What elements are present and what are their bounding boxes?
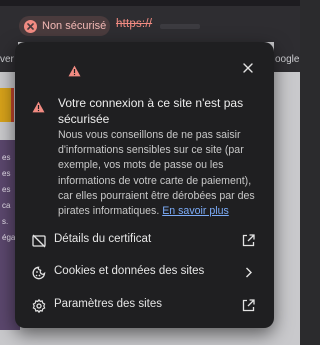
warning-icon	[68, 64, 81, 82]
url-redacted	[160, 24, 200, 29]
browser-window: Non sécurisé https:// ver oogle es es es…	[0, 0, 300, 345]
site-settings-row[interactable]: Paramètres des sites	[15, 291, 274, 321]
close-icon	[243, 63, 253, 73]
cookie-icon	[32, 266, 46, 280]
url-text[interactable]: https://	[116, 18, 152, 30]
description-text: Nous vous conseillons de ne pas saisir d…	[58, 129, 255, 218]
learn-more-link[interactable]: En savoir plus	[162, 205, 229, 217]
security-chip-label: Non sécurisé	[42, 20, 107, 32]
open-in-new-icon	[242, 234, 256, 248]
close-button[interactable]	[239, 59, 257, 77]
gear-icon	[32, 298, 46, 314]
row-label: Paramètres des sites	[54, 298, 163, 310]
warning-icon	[32, 100, 45, 118]
security-chip[interactable]: Non sécurisé	[19, 16, 110, 36]
bookmark-right[interactable]: oogle	[274, 42, 300, 72]
certificate-icon	[32, 234, 46, 248]
row-label: Détails du certificat	[54, 233, 152, 245]
page-sidebar-text: es es es ca s. égal	[2, 153, 18, 242]
page-logo	[0, 88, 14, 122]
popup-description: Nous vous conseillons de ne pas saisir d…	[58, 128, 268, 219]
chevron-right-icon	[242, 266, 256, 280]
site-info-popup: Votre connexion à ce site n'est pas sécu…	[15, 42, 274, 328]
not-secure-icon	[24, 19, 37, 33]
certificate-details-row[interactable]: Détails du certificat	[15, 226, 274, 256]
popup-title: Votre connexion à ce site n'est pas sécu…	[58, 96, 244, 126]
tab-strip	[0, 0, 300, 6]
cookies-site-data-row[interactable]: Cookies et données des sites	[15, 258, 274, 288]
open-in-new-icon	[242, 299, 256, 313]
row-label: Cookies et données des sites	[54, 265, 205, 277]
